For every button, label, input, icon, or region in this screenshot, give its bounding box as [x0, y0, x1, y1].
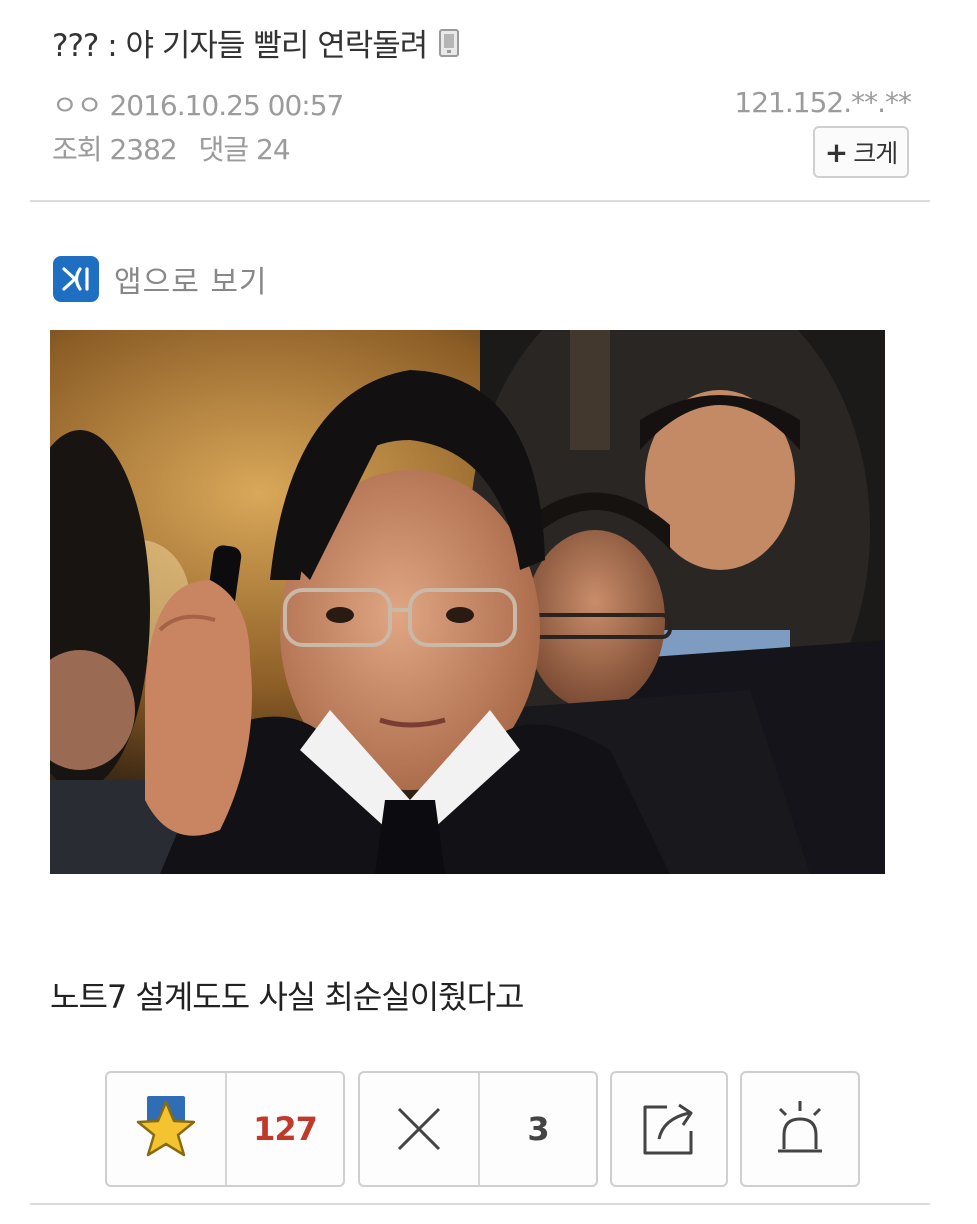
downvote-group: 3 — [358, 1071, 598, 1187]
views-label: 조회 — [52, 133, 103, 166]
post-author-date: ㅇㅇ 2016.10.25 00:57 — [52, 84, 344, 124]
plus-icon: + — [824, 135, 848, 169]
x-icon — [397, 1107, 441, 1151]
app-view-label: 앱으로 보기 — [114, 265, 268, 300]
footer-divider — [30, 1203, 930, 1205]
star-icon — [136, 1096, 196, 1157]
header-divider — [30, 200, 930, 202]
recommend-group: 127 — [105, 1071, 345, 1187]
zoom-button[interactable]: + 크게 — [813, 126, 909, 178]
post-photo — [50, 330, 885, 874]
report-cell — [742, 1073, 858, 1185]
report-button[interactable] — [740, 1071, 860, 1187]
recommend-count: 127 — [253, 1110, 318, 1148]
share-button[interactable] — [610, 1071, 728, 1187]
app-logo-icon — [53, 256, 99, 302]
author-name[interactable]: ㅇㅇ — [52, 89, 103, 122]
post-datetime: 2016.10.25 00:57 — [109, 89, 344, 122]
zoom-label: 크게 — [853, 139, 898, 168]
comments-label: 댓글 — [198, 133, 250, 166]
share-icon — [643, 1103, 693, 1155]
recommend-button[interactable] — [107, 1073, 225, 1185]
share-cell — [612, 1073, 726, 1185]
comments-count: 24 — [256, 133, 291, 166]
author-ip: 121.152.**.** — [734, 86, 912, 119]
post-title-text: ??? : 야 기자들 빨리 연락돌려 — [52, 28, 428, 64]
app-view-link[interactable]: 앱으로 보기 — [53, 256, 268, 302]
siren-icon — [778, 1101, 822, 1153]
recommend-count-cell: 127 — [225, 1073, 343, 1185]
post-title: ??? : 야 기자들 빨리 연락돌려 — [52, 20, 460, 65]
mobile-icon — [439, 28, 460, 57]
post-stats: 조회 2382 댓글 24 — [52, 128, 291, 168]
downvote-button[interactable] — [360, 1073, 478, 1185]
post-body-text: 노트7 설계도도 사실 최순실이줬다고 — [50, 978, 524, 1016]
downvote-count-cell: 3 — [478, 1073, 596, 1185]
views-count: 2382 — [109, 133, 177, 166]
downvote-count: 3 — [527, 1110, 549, 1148]
